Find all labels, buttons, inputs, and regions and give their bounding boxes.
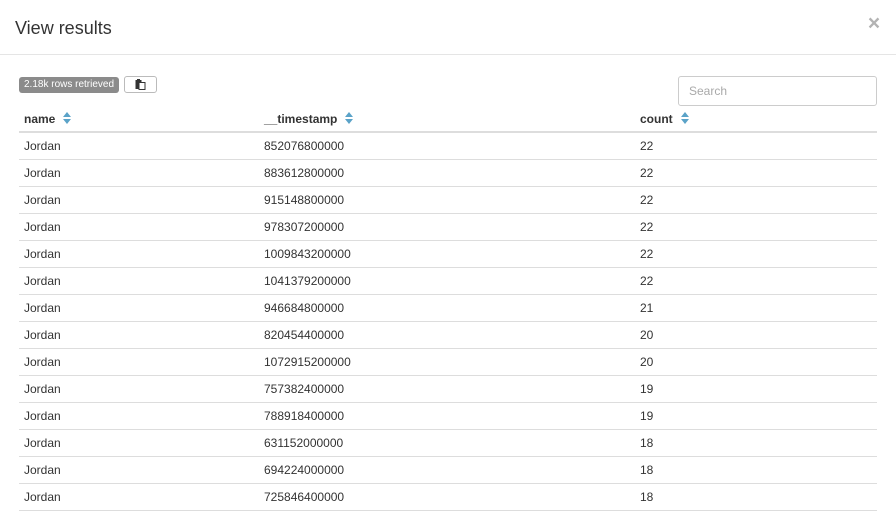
sort-icon: [345, 111, 354, 124]
cell-timestamp: 757382400000: [259, 375, 635, 403]
table-row: Jordan 725846400000 18: [19, 483, 877, 511]
rows-count-badge: 2.18k rows retrieved: [19, 76, 120, 93]
table-row: Jordan 915148800000 22: [19, 186, 877, 214]
column-header-name[interactable]: name: [19, 106, 259, 133]
cell-name: Jordan: [19, 267, 259, 295]
cell-name: Jordan: [19, 402, 259, 430]
cell-name: Jordan: [19, 132, 259, 160]
view-results-dialog: View results × 2.18k rows retrieved name…: [0, 0, 896, 515]
table-row: Jordan 1072915200000 20: [19, 348, 877, 376]
cell-count: 22: [635, 213, 877, 241]
cell-count: 22: [635, 132, 877, 160]
cell-timestamp: 852076800000: [259, 132, 635, 160]
cell-timestamp: 978307200000: [259, 213, 635, 241]
cell-name: Jordan: [19, 159, 259, 187]
cell-name: Jordan: [19, 321, 259, 349]
cell-count: 22: [635, 159, 877, 187]
column-header-timestamp[interactable]: __timestamp: [259, 106, 635, 133]
table-row: Jordan 1009843200000 22: [19, 240, 877, 268]
cell-count: 18: [635, 483, 877, 511]
copy-to-clipboard-button[interactable]: [124, 76, 158, 93]
results-table: name __timestamp count Jordan 85207680000…: [19, 106, 877, 511]
table-row: Jordan 820454400000 20: [19, 321, 877, 349]
cell-count: 22: [635, 240, 877, 268]
table-header-row: name __timestamp count: [19, 106, 877, 133]
cell-count: 20: [635, 321, 877, 349]
cell-timestamp: 1041379200000: [259, 267, 635, 295]
table-row: Jordan 788918400000 19: [19, 402, 877, 430]
dialog-title: View results: [15, 18, 112, 38]
cell-name: Jordan: [19, 213, 259, 241]
column-header-label: __timestamp: [264, 111, 338, 126]
table-row: Jordan 852076800000 22: [19, 132, 877, 160]
sort-icon: [63, 111, 72, 124]
table-row: Jordan 631152000000 18: [19, 429, 877, 457]
column-header-label: name: [24, 111, 56, 126]
cell-timestamp: 788918400000: [259, 402, 635, 430]
table-row: Jordan 1041379200000 22: [19, 267, 877, 295]
cell-timestamp: 694224000000: [259, 456, 635, 484]
table-row: Jordan 978307200000 22: [19, 213, 877, 241]
cell-count: 22: [635, 267, 877, 295]
results-toolbar: 2.18k rows retrieved: [19, 76, 158, 93]
sort-icon: [680, 111, 689, 124]
cell-timestamp: 915148800000: [259, 186, 635, 214]
column-header-count[interactable]: count: [635, 106, 877, 133]
cell-count: 21: [635, 294, 877, 322]
cell-name: Jordan: [19, 375, 259, 403]
cell-timestamp: 1009843200000: [259, 240, 635, 268]
table-row: Jordan 946684800000 21: [19, 294, 877, 322]
column-header-label: count: [640, 111, 673, 126]
cell-name: Jordan: [19, 483, 259, 511]
cell-name: Jordan: [19, 429, 259, 457]
table-row: Jordan 757382400000 19: [19, 375, 877, 403]
cell-count: 22: [635, 186, 877, 214]
cell-name: Jordan: [19, 456, 259, 484]
cell-name: Jordan: [19, 348, 259, 376]
cell-timestamp: 946684800000: [259, 294, 635, 322]
cell-timestamp: 820454400000: [259, 321, 635, 349]
cell-name: Jordan: [19, 240, 259, 268]
cell-timestamp: 883612800000: [259, 159, 635, 187]
cell-count: 19: [635, 375, 877, 403]
table-row: Jordan 883612800000 22: [19, 159, 877, 187]
cell-count: 18: [635, 429, 877, 457]
search-input[interactable]: [678, 76, 877, 106]
cell-timestamp: 725846400000: [259, 483, 635, 511]
cell-name: Jordan: [19, 186, 259, 214]
cell-count: 18: [635, 456, 877, 484]
clipboard-icon: [135, 79, 146, 90]
table-row: Jordan 694224000000 18: [19, 456, 877, 484]
cell-count: 19: [635, 402, 877, 430]
cell-name: Jordan: [19, 294, 259, 322]
cell-timestamp: 631152000000: [259, 429, 635, 457]
cell-timestamp: 1072915200000: [259, 348, 635, 376]
cell-count: 20: [635, 348, 877, 376]
close-button[interactable]: ×: [866, 13, 882, 35]
dialog-header: View results ×: [0, 0, 896, 55]
